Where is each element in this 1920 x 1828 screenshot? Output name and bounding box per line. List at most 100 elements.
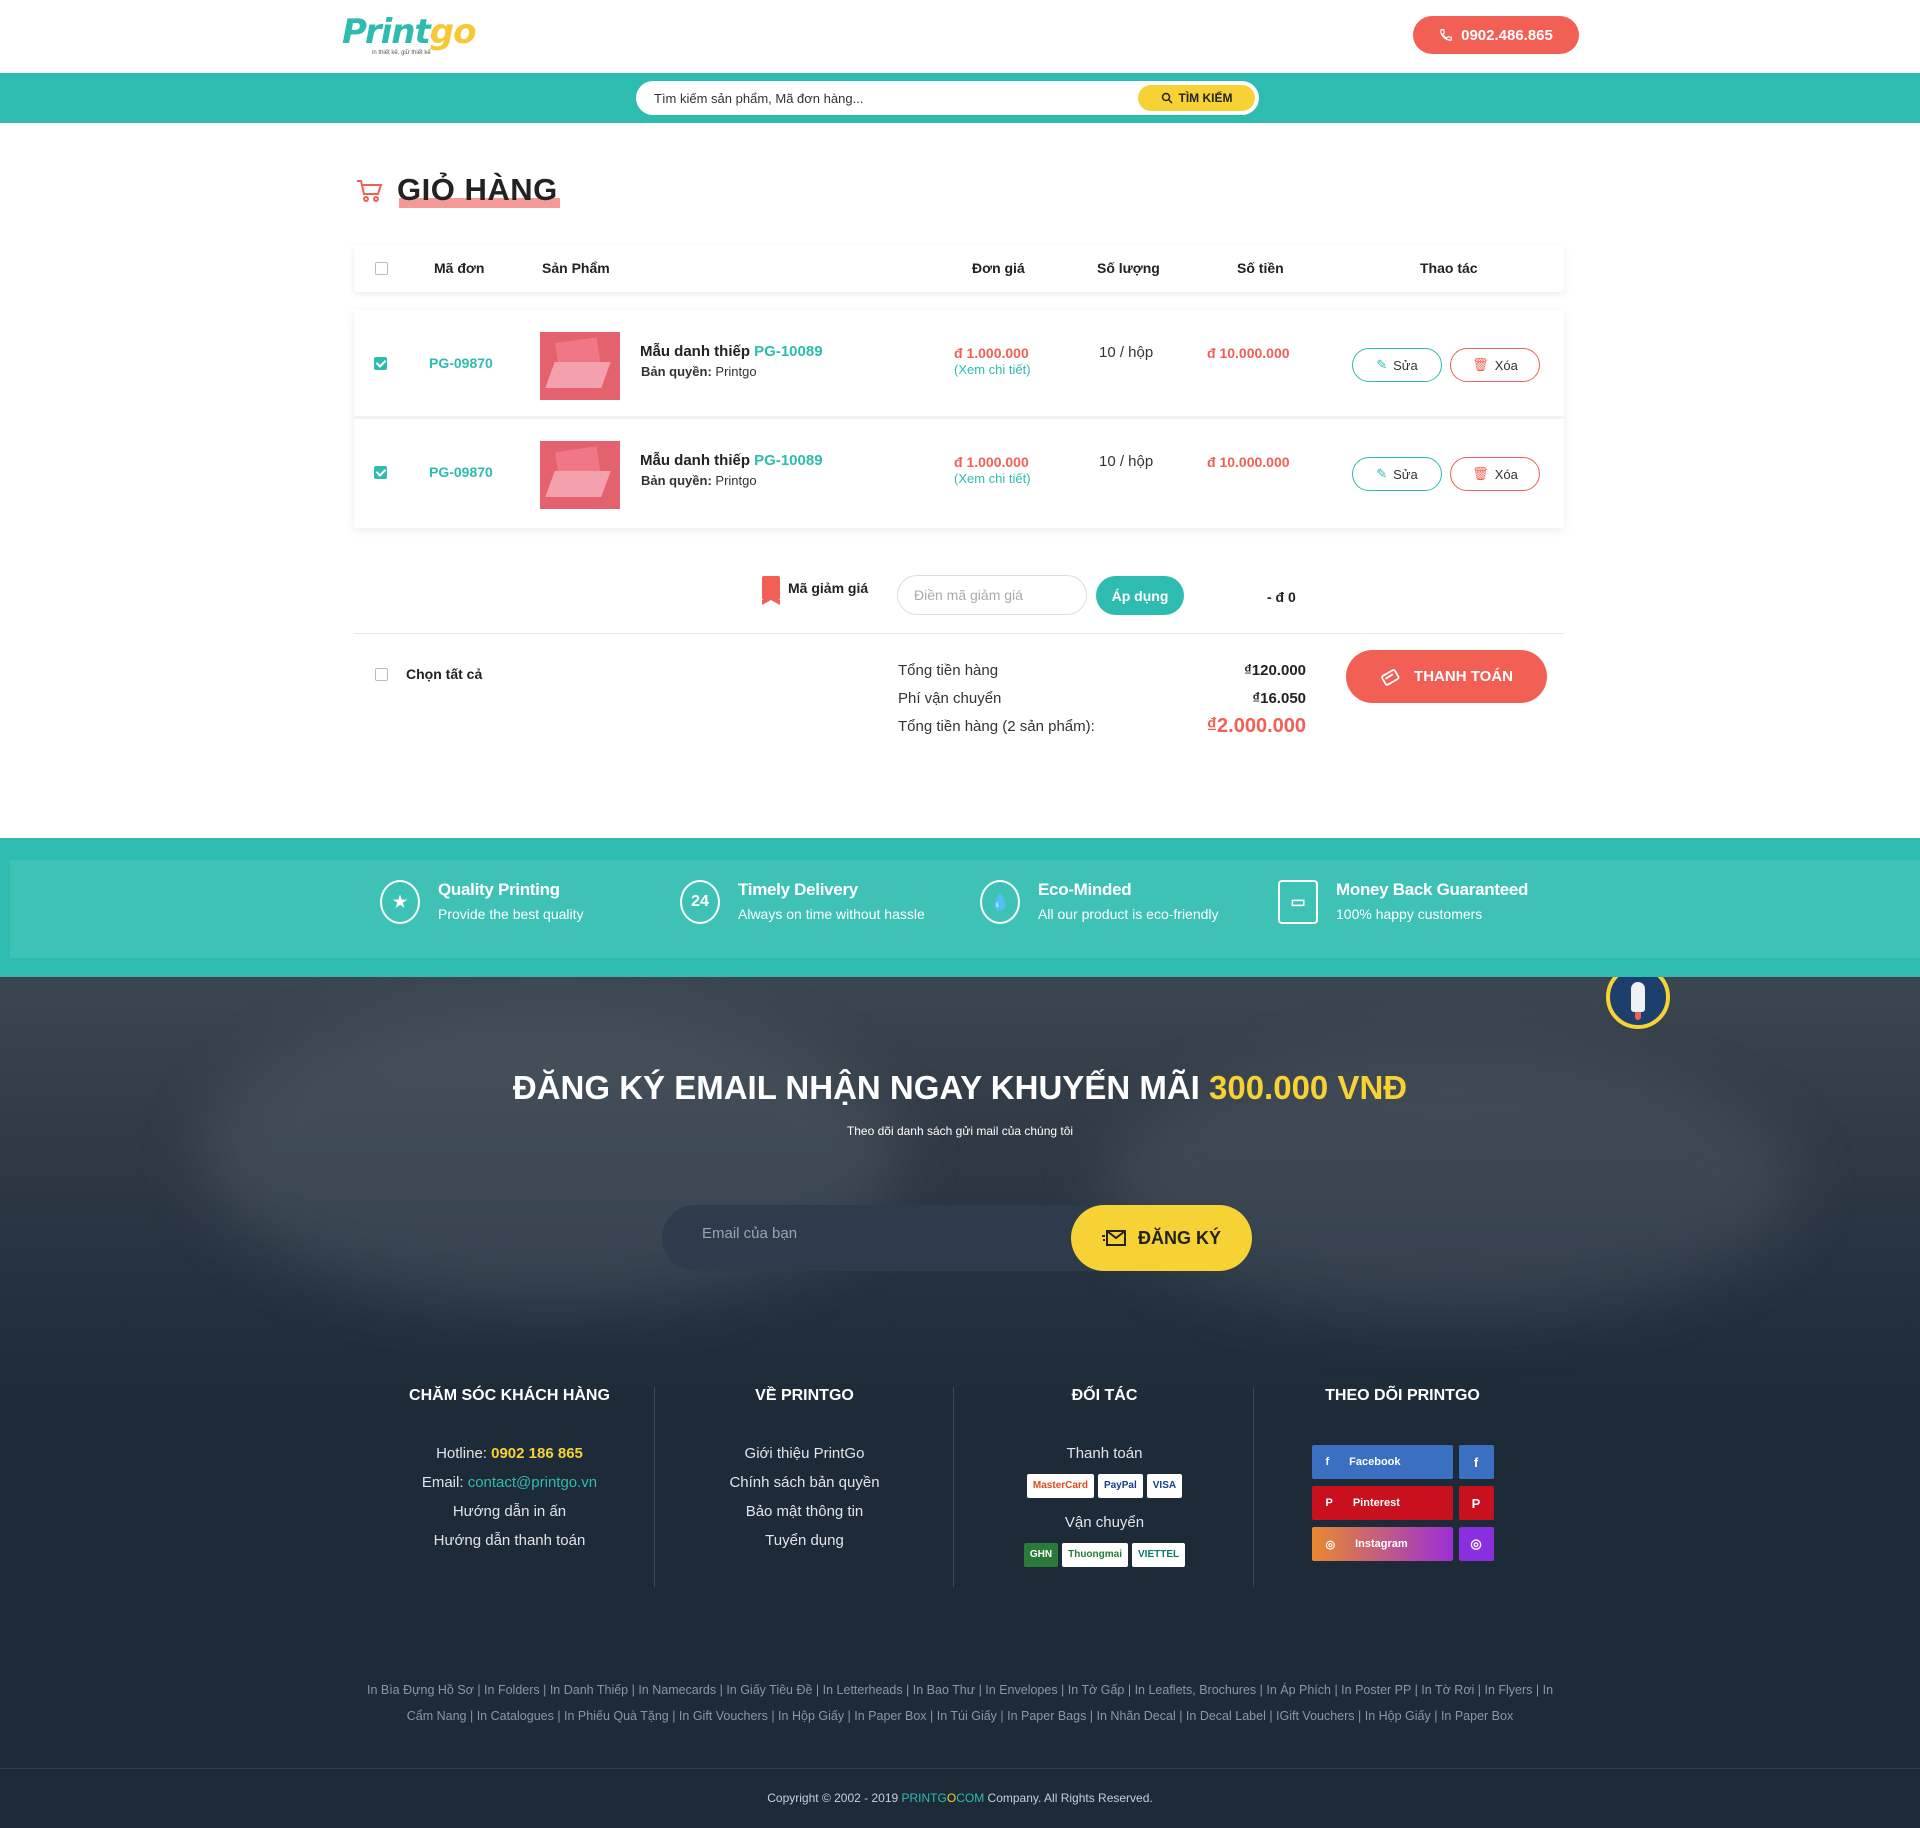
footer-col-partners: ĐỐI TÁC Thanh toán MasterCard PayPal VIS… <box>955 1387 1254 1583</box>
search-button-label: TÌM KIẾM <box>1178 91 1233 105</box>
select-all-checkbox[interactable] <box>375 667 388 681</box>
footer-link[interactable]: Bảo mật thông tin <box>655 1503 954 1520</box>
unit-price: đ 1.000.000 <box>954 454 1029 470</box>
select-all-label: Chọn tất cả <box>406 666 483 682</box>
hotline-button[interactable]: 0902.486.865 <box>1413 16 1579 54</box>
search-box: TÌM KIẾM <box>636 81 1259 115</box>
view-detail-link[interactable]: (Xem chi tiết) <box>954 471 1031 486</box>
social-links: f Facebook f P Pinterest P ◎ Instagram ◎ <box>1253 1445 1552 1561</box>
order-code[interactable]: PG-09870 <box>429 464 493 480</box>
paypal-logo: PayPal <box>1097 1474 1143 1498</box>
select-all[interactable]: Chọn tất cả <box>375 666 482 682</box>
coupon-label-group: Mã giảm giá <box>762 576 869 605</box>
delete-button[interactable]: 🗑 Xóa <box>1450 348 1540 382</box>
edit-button[interactable]: ✎ Sửa <box>1352 457 1442 491</box>
quantity: 10 / hộp <box>1099 344 1154 361</box>
ghn-logo: GHN <box>1023 1543 1059 1567</box>
footer-link[interactable]: Giới thiệu PrintGo <box>655 1445 954 1462</box>
product-copyright: Bản quyền: Printgo <box>641 364 757 379</box>
product-code[interactable]: PG-10089 <box>754 452 822 469</box>
checkout-label: THANH TOÁN <box>1414 668 1513 685</box>
cart-title-text: GIỎ HÀNG <box>397 172 560 208</box>
divider <box>354 633 1564 634</box>
product-thumbnail[interactable] <box>540 441 620 509</box>
col-product: Sản Phẩm <box>542 260 610 276</box>
cart-items: PG-09870 Mẫu danh thiếp PG-10089 Bản quy… <box>354 310 1564 528</box>
phone-24-icon: 24 <box>680 880 720 924</box>
hotline[interactable]: Hotline: 0902 186 865 <box>360 1445 659 1462</box>
search-button[interactable]: TÌM KIẾM <box>1138 85 1255 111</box>
logo-text: Printgo <box>342 12 476 52</box>
search-bar: TÌM KIẾM <box>0 73 1920 123</box>
pinterest-button[interactable]: P Pinterest <box>1311 1486 1453 1520</box>
brand-link[interactable]: PRINTGOCOM <box>902 1791 985 1805</box>
newsletter-form: ĐĂNG KÝ <box>662 1205 1252 1271</box>
unit-price: đ 1.000.000 <box>954 345 1029 361</box>
col-quantity: Số lượng <box>1097 260 1160 276</box>
phone-icon <box>1440 29 1452 41</box>
viettel-logo: VIETTEL <box>1132 1543 1186 1567</box>
features-band: ★ Quality Printing Provide the best quali… <box>0 838 1920 977</box>
col-order-code: Mã đơn <box>434 260 485 276</box>
footer-link[interactable]: Hướng dẫn in ấn <box>360 1503 659 1520</box>
edit-button[interactable]: ✎ Sửa <box>1352 348 1442 382</box>
instagram-button[interactable]: ◎ Instagram <box>1311 1527 1453 1561</box>
subtotal-value: ₫120.000 <box>1244 662 1306 679</box>
feature-quality: ★ Quality Printing Provide the best quali… <box>380 880 584 924</box>
quantity: 10 / hộp <box>1099 453 1154 470</box>
order-summary: Tổng tiền hàng ₫120.000 Phí vận chuyển ₫16… <box>898 659 1306 743</box>
facebook-button[interactable]: f Facebook <box>1311 1445 1453 1479</box>
product-name: Mẫu danh thiếp PG-10089 <box>640 452 823 469</box>
grand-total-value: ₫2.000.000 <box>1206 715 1306 737</box>
apply-coupon-button[interactable]: Áp dụng <box>1096 576 1184 615</box>
printgo-logo[interactable]: Printgo in thiết kế, giữ thiết kế <box>342 12 476 56</box>
facebook-icon[interactable]: f <box>1458 1445 1494 1479</box>
coupon-input[interactable] <box>897 575 1087 615</box>
shipping-logos: GHN Thuongmai VIETTEL <box>955 1543 1254 1567</box>
top-header: Printgo in thiết kế, giữ thiết kế 0902.4… <box>0 0 1920 73</box>
coupon-icon <box>762 576 780 605</box>
instagram-icon: ◎ <box>1325 1538 1336 1551</box>
view-detail-link[interactable]: (Xem chi tiết) <box>954 362 1031 377</box>
col-total: Số tiền <box>1237 260 1284 276</box>
footer-link[interactable]: Tuyển dụng <box>655 1532 954 1549</box>
feature-money-back: ▭ Money Back Guaranteed 100% happy custom… <box>1278 880 1528 924</box>
page-title: GIỎ HÀNG <box>355 172 560 208</box>
newsletter-title: ĐĂNG KÝ EMAIL NHẬN NGAY KHUYẾN MÃI 300.0… <box>512 1069 1408 1106</box>
product-copyright: Bản quyền: Printgo <box>641 473 757 488</box>
newsletter-email-input[interactable] <box>702 1225 1082 1242</box>
delete-button[interactable]: 🗑 Xóa <box>1450 457 1540 491</box>
wallet-icon: ▭ <box>1278 880 1318 924</box>
eco-drop-icon: 💧 <box>980 880 1020 924</box>
thuongmai-logo: Thuongmai <box>1062 1543 1128 1567</box>
product-code[interactable]: PG-10089 <box>754 343 822 360</box>
search-icon <box>1161 92 1173 104</box>
newsletter-subtitle: Theo dõi danh sách gửi mail của chúng tô… <box>846 1124 1074 1138</box>
checkout-button[interactable]: THANH TOÁN <box>1346 650 1547 703</box>
grand-total-label: Tổng tiền hàng (2 sản phẩm): <box>898 718 1095 735</box>
instagram-icon[interactable]: ◎ <box>1458 1527 1494 1561</box>
facebook-icon: f <box>1325 1456 1330 1468</box>
footer-col-social: THEO DÕI PRINTGO f Facebook f P Pinterest P … <box>1253 1387 1552 1561</box>
footer-background-photo <box>0 977 1920 1407</box>
service-links[interactable]: In Bìa Đựng Hồ Sơ | In Folders | In Danh… <box>355 1677 1565 1729</box>
checkout-icon <box>1381 668 1400 686</box>
feature-eco: 💧 Eco-Minded All our product is eco-frien… <box>980 880 1219 924</box>
footer-link[interactable]: Hướng dẫn thanh toán <box>360 1532 659 1549</box>
line-total: đ 10.000.000 <box>1207 345 1290 361</box>
pinterest-icon[interactable]: P <box>1458 1486 1494 1520</box>
order-code[interactable]: PG-09870 <box>429 355 493 371</box>
email[interactable]: Email: contact@printgo.vn <box>360 1474 659 1491</box>
coupon-label: Mã giảm giá <box>788 580 869 596</box>
subscribe-button[interactable]: ĐĂNG KÝ <box>1071 1205 1252 1271</box>
row-checkbox[interactable] <box>374 357 387 370</box>
footer-link[interactable]: Chính sách bản quyền <box>655 1474 954 1491</box>
subscribe-label: ĐĂNG KÝ <box>1137 1227 1221 1248</box>
row-checkbox[interactable] <box>374 466 387 479</box>
award-icon: ★ <box>380 880 420 924</box>
header-select-checkbox[interactable] <box>375 262 388 275</box>
product-thumbnail[interactable] <box>540 332 620 400</box>
pinterest-icon: P <box>1325 1497 1333 1509</box>
envelope-icon <box>1101 1230 1126 1246</box>
line-total: đ 10.000.000 <box>1207 454 1290 470</box>
